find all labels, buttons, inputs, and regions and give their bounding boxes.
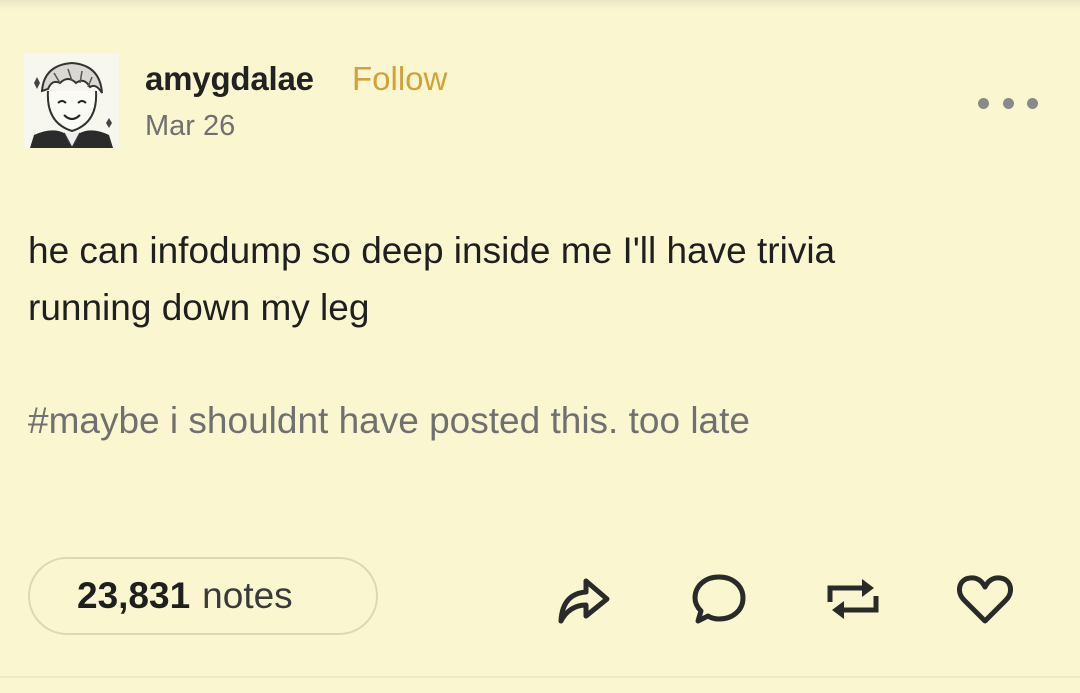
avatar-image xyxy=(24,53,119,148)
username[interactable]: amygdalae xyxy=(145,60,314,98)
comment-icon xyxy=(692,574,746,624)
more-options-icon xyxy=(1002,97,1014,109)
divider xyxy=(0,676,1080,678)
reblog-button[interactable] xyxy=(822,568,884,630)
more-options-icon xyxy=(1027,97,1038,109)
reblog-icon xyxy=(827,579,879,619)
tumblr-post: amygdalae Follow Mar 26 he can infodump … xyxy=(0,0,1080,693)
more-options-button[interactable] xyxy=(978,90,1038,116)
post-date: Mar 26 xyxy=(145,110,236,142)
comment-button[interactable] xyxy=(688,568,750,630)
post-tag[interactable]: #maybe i shouldnt have posted this. too … xyxy=(28,400,750,442)
notes-count: 23,831 xyxy=(77,575,191,616)
share-button[interactable] xyxy=(552,568,614,630)
post-body: he can infodump so deep inside me I'll h… xyxy=(28,222,1048,336)
like-button[interactable] xyxy=(954,568,1016,630)
heart-icon xyxy=(956,575,1014,624)
avatar[interactable] xyxy=(24,53,119,148)
share-icon xyxy=(558,578,610,624)
post-body-line: running down my leg xyxy=(28,287,370,328)
follow-button[interactable]: Follow xyxy=(352,60,447,98)
more-options-icon xyxy=(978,97,989,109)
notes-button[interactable]: 23,831 notes xyxy=(28,557,378,635)
post-body-line: he can infodump so deep inside me I'll h… xyxy=(28,230,836,271)
notes-label: notes xyxy=(202,575,293,616)
